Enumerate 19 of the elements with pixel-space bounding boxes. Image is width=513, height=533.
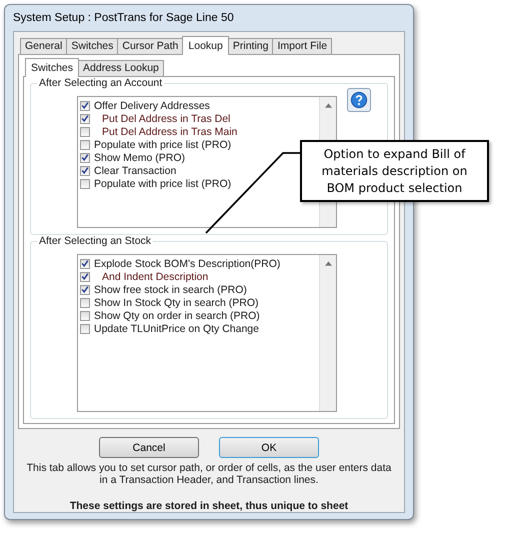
checkbox-label: Show Memo (PRO) xyxy=(94,152,186,164)
checkbox-label: Show free stock in search (PRO) xyxy=(94,284,247,296)
checkbox-label: And Indent Description xyxy=(102,270,208,282)
callout-tooltip: Option to expand Bill of materials description on BOM product selection xyxy=(300,140,489,202)
window-title: System Setup : PostTrans for Sage Line 50 xyxy=(12,11,235,26)
checkbox-label: Clear Transaction xyxy=(94,164,176,176)
checkbox-label: Show Qty on order in search (PRO) xyxy=(94,310,260,322)
info-text: This tab allows you to set cursor path, or order of cells, as the user enters data in a Transaction Header, and Transaction lines. xyxy=(26,462,392,486)
checkbox-label: Put Del Address in Tras Del xyxy=(102,112,230,124)
checkbox-label: Offer Delivery Addresses xyxy=(94,100,210,112)
checkbox-label: Explode Stock BOM's Description(PRO) xyxy=(94,258,280,270)
checkbox-label: Populate with price list (PRO) xyxy=(94,138,232,150)
checkbox-label: Show In Stock Qty in search (PRO) xyxy=(94,296,259,308)
group-title: After Selecting an Account xyxy=(37,77,164,89)
group-title: After Selecting an Stock xyxy=(37,235,154,247)
checkbox-label: Populate with price list (PRO) xyxy=(94,178,232,190)
note-text: These settings are stored in sheet, thus unique to sheet xyxy=(68,500,350,512)
checkbox-label: Put Del Address in Tras Main xyxy=(102,126,238,138)
checkbox-label: Update TLUnitPrice on Qty Change xyxy=(94,322,259,334)
